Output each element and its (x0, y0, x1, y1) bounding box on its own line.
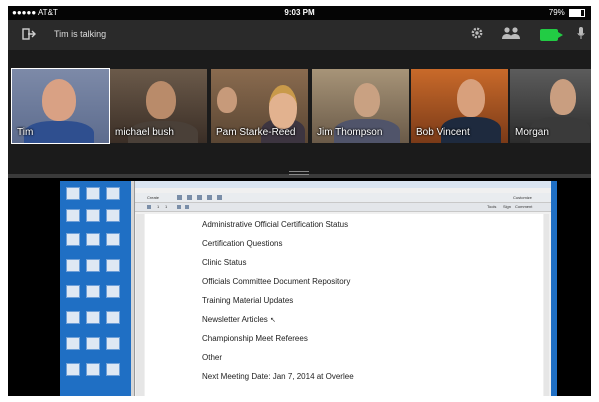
desktop-file-icon (86, 259, 100, 272)
participant-name: Tim (17, 127, 34, 138)
desktop-edge (551, 181, 557, 396)
prev-page-icon[interactable] (147, 205, 151, 209)
participant-name: Pam Starke-Reed (216, 127, 296, 138)
participant-name: Jim Thompson (317, 127, 383, 138)
clock: 9:03 PM (284, 8, 315, 17)
agenda-item: Clinic Status (202, 258, 247, 267)
person-head (269, 85, 297, 129)
participant-name: michael bush (115, 127, 174, 138)
desktop-file-icon (106, 209, 120, 222)
sign-button[interactable]: Sign (503, 204, 511, 209)
desktop-file-icon (86, 187, 100, 200)
participant-tile-morgan[interactable]: Morgan (510, 69, 591, 143)
desktop-file-icon (66, 311, 80, 324)
reader-toolbar: Create Customize (135, 193, 551, 203)
speaker-status: Tim is talking (54, 29, 107, 39)
agenda-item: Next Meeting Date: Jan 7, 2014 at Overle… (202, 372, 354, 381)
participant-tile-tim[interactable]: Tim (11, 68, 110, 144)
desktop-file-icon (66, 259, 80, 272)
person-head (146, 81, 176, 119)
battery-percent: 79% (548, 8, 565, 17)
participant-strip: Tim michael bush Pam Starke-Reed Jim Tho… (8, 50, 591, 174)
desktop-file-icon (106, 259, 120, 272)
ios-status-bar: ●●●●● AT&T 9:03 PM 79% (8, 6, 591, 20)
exit-door-icon[interactable] (22, 28, 36, 43)
battery-indicator: 79% (549, 8, 585, 17)
desktop-file-icon (86, 233, 100, 246)
pdf-reader-window: Create Customize 1 1 Tools Sign Comment (134, 181, 551, 396)
participant-tile-bob-vincent[interactable]: Bob Vincent (411, 69, 508, 143)
battery-fill (570, 9, 582, 16)
print-icon[interactable] (197, 195, 202, 200)
person-head (550, 79, 576, 115)
document-page: Administrative Official Certification St… (145, 214, 543, 396)
desktop-file-icon (86, 363, 100, 376)
desktop-file-icon (86, 209, 100, 222)
desktop-icons (60, 181, 131, 396)
participant-name: Morgan (515, 127, 549, 138)
zoom-out-icon[interactable] (177, 205, 181, 209)
desktop-file-icon (66, 233, 80, 246)
scrollbar[interactable] (544, 214, 549, 396)
save-icon[interactable] (187, 195, 192, 200)
agenda-item: Championship Meet Referees (202, 334, 308, 343)
desktop-file-icon (86, 285, 100, 298)
person-head (217, 87, 237, 113)
desktop-file-icon (106, 285, 120, 298)
comment-icon[interactable] (217, 195, 222, 200)
participant-tile-michael-bush[interactable]: michael bush (110, 69, 207, 143)
resize-handle-icon[interactable] (289, 171, 309, 175)
desktop-file-icon (66, 187, 80, 200)
page-total: 1 (165, 204, 168, 209)
email-icon[interactable] (207, 195, 212, 200)
participant-tile-pam-starke-reed[interactable]: Pam Starke-Reed (211, 69, 308, 143)
agenda-item: Other (202, 353, 223, 362)
person-head (457, 79, 485, 117)
tools-button[interactable]: Tools (487, 204, 496, 209)
agenda-item: Administrative Official Certification St… (202, 220, 349, 229)
desktop-file-icon (106, 363, 120, 376)
shared-screen: Create Customize 1 1 Tools Sign Comment (8, 178, 591, 396)
desktop-file-icon (106, 311, 120, 324)
zoom-in-icon[interactable] (185, 205, 189, 209)
desktop-file-icon (106, 233, 120, 246)
desktop-file-icon (86, 337, 100, 350)
mouse-cursor-icon: ↖ (270, 317, 276, 324)
page-number[interactable]: 1 (157, 204, 159, 209)
participant-tile-jim-thompson[interactable]: Jim Thompson (312, 69, 409, 143)
agenda-item: Training Material Updates (202, 296, 294, 305)
gear-icon[interactable] (470, 26, 484, 44)
desktop-file-icon (106, 337, 120, 350)
people-icon[interactable] (500, 26, 522, 44)
desktop-file-icon (106, 187, 120, 200)
agenda-item: Officials Committee Document Repository (202, 277, 351, 286)
page-navigation-bar: 1 1 Tools Sign Comment (135, 203, 551, 212)
battery-icon (569, 8, 585, 17)
agenda-item: Newsletter Articles (202, 315, 268, 324)
hangout-toolbar: Tim is talking (8, 20, 591, 50)
video-camera-icon[interactable] (540, 29, 563, 41)
person-head (42, 79, 76, 121)
microphone-icon[interactable] (577, 26, 585, 44)
desktop-file-icon (86, 311, 100, 324)
person-body (24, 121, 94, 143)
open-icon[interactable] (177, 195, 182, 200)
window-titlebar (135, 181, 551, 188)
navigation-pane[interactable] (136, 214, 144, 396)
desktop-file-icon (66, 363, 80, 376)
person-head (354, 83, 380, 117)
hangout-app-frame: ●●●●● AT&T 9:03 PM 79% Tim is talking Ti… (8, 6, 591, 396)
desktop-file-icon (66, 285, 80, 298)
agenda-item: Certification Questions (202, 239, 283, 248)
desktop-file-icon (66, 209, 80, 222)
participant-name: Bob Vincent (416, 127, 470, 138)
comment-button[interactable]: Comment (515, 204, 532, 209)
create-button[interactable]: Create (147, 195, 159, 200)
customize-button[interactable]: Customize (513, 195, 532, 200)
desktop-file-icon (66, 337, 80, 350)
